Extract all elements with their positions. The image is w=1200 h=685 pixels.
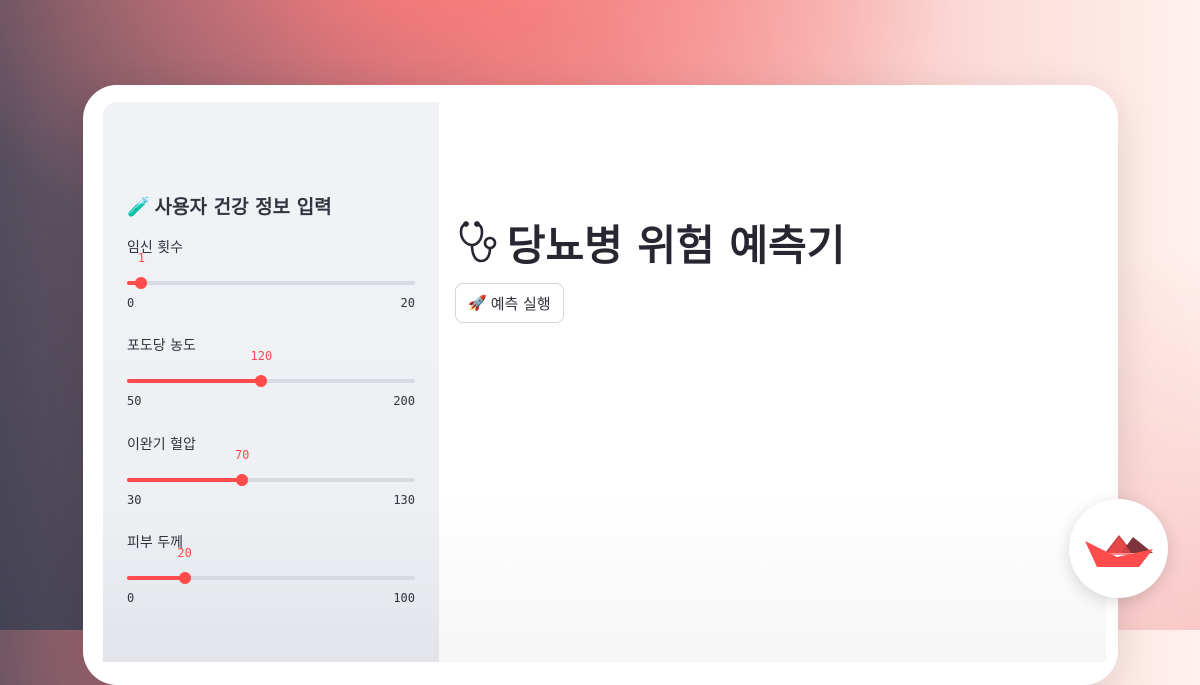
slider-fill: [127, 379, 262, 383]
slider-glucose: 포도당 농도 120 50 200: [127, 335, 415, 415]
slider-skin-thickness: 피부 두께 20 0 100: [127, 532, 415, 612]
slider-track[interactable]: 20: [127, 546, 415, 584]
slider-min: 50: [127, 394, 142, 408]
slider-value: 70: [234, 448, 250, 462]
slider-value: 120: [250, 349, 273, 363]
page-title: 당뇨병 위험 예측기: [457, 212, 845, 273]
slider-thumb[interactable]: [135, 277, 148, 289]
slider-min: 0: [127, 591, 135, 605]
rocket-icon: 🚀: [468, 294, 487, 312]
test-tube-icon: 🧪: [127, 196, 151, 218]
slider-thumb[interactable]: [178, 572, 191, 584]
slider-label: 이완기 혈압: [127, 437, 196, 453]
slider-blood-pressure: 이완기 혈압 70 30 130: [127, 434, 415, 514]
slider-value: 1: [137, 251, 146, 265]
slider-fill: [127, 576, 185, 580]
slider-track[interactable]: 1: [127, 251, 415, 289]
slider-pregnancies: 임신 횟수 1 0 20: [127, 237, 415, 317]
sidebar-title: 🧪 사용자 건강 정보 입력: [127, 192, 332, 219]
sidebar: 🧪 사용자 건강 정보 입력 임신 횟수 1 0 20 포도당 농도 120 50…: [103, 102, 439, 662]
run-prediction-button[interactable]: 🚀 예측 실행: [455, 283, 564, 323]
slider-label: 포도당 농도: [127, 338, 196, 354]
slider-max: 130: [393, 493, 415, 507]
slider-thumb[interactable]: [236, 474, 249, 486]
slider-value: 20: [177, 546, 192, 560]
slider-fill: [127, 478, 243, 482]
main-content: 당뇨병 위험 예측기 🚀 예측 실행: [439, 102, 1106, 662]
slider-min: 0: [127, 296, 135, 310]
slider-track[interactable]: 120: [127, 349, 415, 387]
streamlit-logo-icon: [1084, 534, 1153, 567]
slider-min: 30: [127, 493, 142, 507]
app-window: 🧪 사용자 건강 정보 입력 임신 횟수 1 0 20 포도당 농도 120 50…: [103, 102, 1106, 662]
slider-label: 피부 두께: [127, 535, 183, 551]
slider-label: 임신 횟수: [127, 240, 183, 256]
stethoscope-icon: [457, 218, 501, 268]
slider-max: 20: [400, 296, 415, 310]
slider-track[interactable]: 70: [127, 448, 415, 486]
slider-max: 100: [393, 591, 415, 605]
slider-thumb[interactable]: [255, 375, 268, 387]
run-prediction-label: 예측 실행: [490, 294, 551, 313]
slider-max: 200: [393, 394, 415, 408]
streamlit-logo-badge: [1069, 499, 1168, 598]
sidebar-title-text: 사용자 건강 정보 입력: [154, 196, 332, 218]
page-title-text: 당뇨병 위험 예측기: [507, 221, 846, 270]
